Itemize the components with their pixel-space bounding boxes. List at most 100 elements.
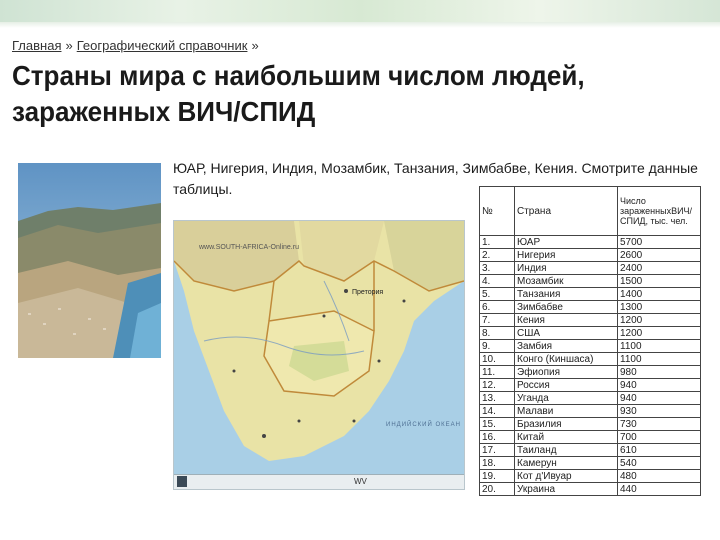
- table-row: 8. США 1200: [479, 326, 701, 340]
- row-infected-count: 700: [617, 430, 701, 444]
- row-infected-count: 980: [617, 365, 701, 379]
- row-number: 6.: [479, 300, 515, 314]
- header-number: №: [479, 186, 515, 236]
- top-decorative-band: [0, 0, 720, 28]
- breadcrumb: Главная» Географический справочник»: [12, 38, 263, 53]
- row-country: Малави: [514, 404, 618, 418]
- row-number: 11.: [479, 365, 515, 379]
- table-row: 14. Малави 930: [479, 404, 701, 418]
- map-code: WV: [354, 477, 367, 486]
- row-infected-count: 1100: [617, 352, 701, 366]
- row-infected-count: 540: [617, 456, 701, 470]
- row-number: 15.: [479, 417, 515, 431]
- row-country: Эфиопия: [514, 365, 618, 379]
- map-status-bar: WV: [174, 474, 464, 489]
- table-row: 7. Кения 1200: [479, 313, 701, 327]
- row-country: Замбия: [514, 339, 618, 353]
- breadcrumb-separator: »: [65, 38, 73, 53]
- row-number: 19.: [479, 469, 515, 483]
- table-header-row: № Страна Число зараженныхВИЧ/СПИД, тыс. …: [479, 186, 701, 236]
- row-country: Нигерия: [514, 248, 618, 262]
- row-infected-count: 1200: [617, 313, 701, 327]
- row-number: 9.: [479, 339, 515, 353]
- row-country: Зимбабве: [514, 300, 618, 314]
- row-number: 5.: [479, 287, 515, 301]
- row-infected-count: 610: [617, 443, 701, 457]
- map-logo-icon: [177, 476, 187, 487]
- row-country: Украина: [514, 482, 618, 496]
- row-infected-count: 5700: [617, 235, 701, 249]
- row-country: США: [514, 326, 618, 340]
- row-number: 8.: [479, 326, 515, 340]
- row-number: 3.: [479, 261, 515, 275]
- table-row: 3. Индия 2400: [479, 261, 701, 275]
- row-infected-count: 940: [617, 378, 701, 392]
- map-ocean-label: ИНДИЙСКИЙ ОКЕАН: [386, 420, 461, 428]
- row-country: Таиланд: [514, 443, 618, 457]
- row-infected-count: 2400: [617, 261, 701, 275]
- row-number: 17.: [479, 443, 515, 457]
- row-infected-count: 730: [617, 417, 701, 431]
- row-number: 13.: [479, 391, 515, 405]
- row-number: 18.: [479, 456, 515, 470]
- row-infected-count: 1500: [617, 274, 701, 288]
- row-infected-count: 1300: [617, 300, 701, 314]
- table-row: 11. Эфиопия 980: [479, 365, 701, 379]
- row-infected-count: 440: [617, 482, 701, 496]
- table-row: 19. Кот д'Ивуар 480: [479, 469, 701, 483]
- row-infected-count: 2600: [617, 248, 701, 262]
- table-row: 13. Уганда 940: [479, 391, 701, 405]
- header-infected-count: Число зараженныхВИЧ/СПИД, тыс. чел.: [617, 186, 701, 236]
- row-number: 20.: [479, 482, 515, 496]
- table-row: 10. Конго (Киншаса) 1100: [479, 352, 701, 366]
- header-country: Страна: [514, 186, 618, 236]
- table-row: 6. Зимбабве 1300: [479, 300, 701, 314]
- row-country: Бразилия: [514, 417, 618, 431]
- row-country: Мозамбик: [514, 274, 618, 288]
- row-country: Кот д'Ивуар: [514, 469, 618, 483]
- row-country: Танзания: [514, 287, 618, 301]
- row-infected-count: 1200: [617, 326, 701, 340]
- cape-town-photo: [18, 163, 161, 358]
- row-number: 1.: [479, 235, 515, 249]
- table-row: 20. Украина 440: [479, 482, 701, 496]
- row-country: Конго (Киншаса): [514, 352, 618, 366]
- row-country: Уганда: [514, 391, 618, 405]
- row-number: 10.: [479, 352, 515, 366]
- row-number: 4.: [479, 274, 515, 288]
- row-country: Кения: [514, 313, 618, 327]
- table-row: 16. Китай 700: [479, 430, 701, 444]
- table-row: 1. ЮАР 5700: [479, 235, 701, 249]
- row-infected-count: 1100: [617, 339, 701, 353]
- table-body: 1. ЮАР 5700 2. Нигерия 2600 3. Индия 2400 4. Мозам…: [479, 235, 701, 496]
- row-number: 16.: [479, 430, 515, 444]
- row-infected-count: 480: [617, 469, 701, 483]
- row-infected-count: 1400: [617, 287, 701, 301]
- table-row: 17. Таиланд 610: [479, 443, 701, 457]
- row-infected-count: 930: [617, 404, 701, 418]
- south-africa-map: Претория www.SOUTH-AFRICA-Online.ru ИНДИ…: [173, 220, 465, 490]
- hiv-data-table: № Страна Число зараженныхВИЧ/СПИД, тыс. …: [479, 186, 701, 496]
- table-row: 12. Россия 940: [479, 378, 701, 392]
- row-country: ЮАР: [514, 235, 618, 249]
- row-number: 2.: [479, 248, 515, 262]
- row-country: Индия: [514, 261, 618, 275]
- row-country: Россия: [514, 378, 618, 392]
- row-number: 7.: [479, 313, 515, 327]
- row-infected-count: 940: [617, 391, 701, 405]
- table-row: 5. Танзания 1400: [479, 287, 701, 301]
- row-number: 14.: [479, 404, 515, 418]
- table-row: 18. Камерун 540: [479, 456, 701, 470]
- breadcrumb-separator-trailing: »: [251, 38, 259, 53]
- breadcrumb-home-link[interactable]: Главная: [12, 38, 61, 53]
- table-row: 2. Нигерия 2600: [479, 248, 701, 262]
- table-row: 9. Замбия 1100: [479, 339, 701, 353]
- row-number: 12.: [479, 378, 515, 392]
- row-country: Китай: [514, 430, 618, 444]
- map-city-label: Претория: [352, 289, 383, 296]
- map-watermark: www.SOUTH-AFRICA-Online.ru: [198, 244, 299, 251]
- breadcrumb-section-link[interactable]: Географический справочник: [77, 38, 248, 53]
- table-row: 4. Мозамбик 1500: [479, 274, 701, 288]
- page-title: Страны мира с наибольшим числом людей, з…: [12, 60, 585, 127]
- table-row: 15. Бразилия 730: [479, 417, 701, 431]
